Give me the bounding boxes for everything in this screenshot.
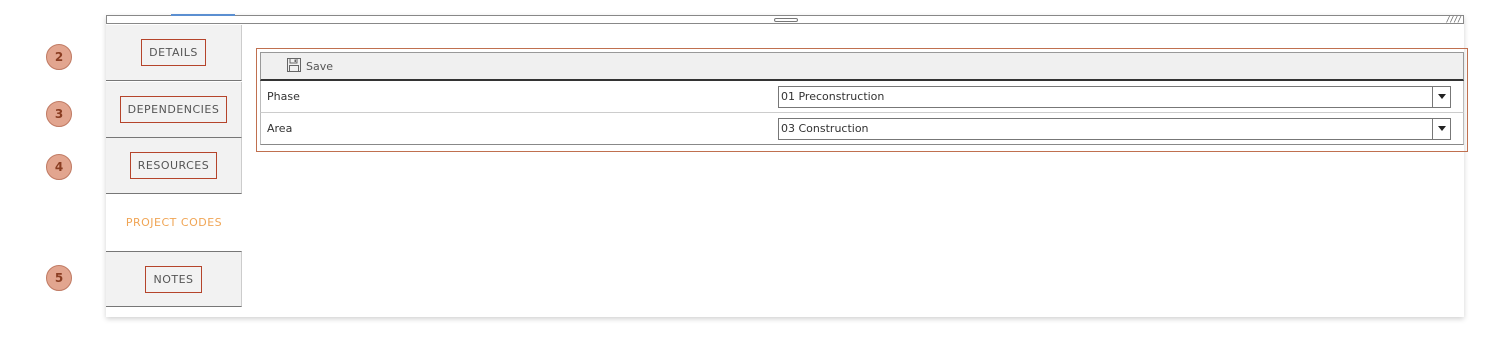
save-button[interactable]: Save [287, 57, 333, 76]
callout-3: 3 [46, 101, 72, 127]
chevron-down-icon[interactable] [1432, 118, 1450, 139]
tab-resources[interactable]: RESOURCES [106, 138, 242, 194]
tab-details[interactable]: DETAILS [106, 25, 242, 81]
area-label: Area [267, 122, 293, 135]
resize-grip-icon[interactable]: //// [1446, 15, 1462, 24]
area-value: 03 Construction [781, 122, 869, 135]
table-row: Phase 01 Preconstruction [260, 81, 1464, 113]
table-row: Area 03 Construction [260, 113, 1464, 145]
save-button-label: Save [306, 59, 334, 73]
tab-project-codes-label: PROJECT CODES [125, 215, 223, 229]
phase-value: 01 Preconstruction [781, 90, 885, 103]
tab-notes[interactable]: NOTES [106, 251, 242, 307]
phase-label: Phase [267, 90, 300, 103]
panel-top-bar: //// [106, 14, 1464, 24]
drag-handle[interactable] [774, 18, 798, 22]
tab-dependencies[interactable]: DEPENDENCIES [106, 82, 242, 138]
dialog-panel: //// DETAILS DEPENDENCIES RESOURCES PROJ… [106, 14, 1468, 317]
tab-notes-label: NOTES [145, 265, 202, 293]
callout-2: 2 [46, 44, 72, 70]
project-codes-grid: Save Phase 01 Preconstruction Area 03 Co… [256, 48, 1468, 152]
tab-details-label: DETAILS [141, 39, 206, 66]
tab-resources-label: RESOURCES [129, 152, 218, 179]
tab-dependencies-label: DEPENDENCIES [119, 96, 228, 123]
grid-toolbar: Save [260, 52, 1464, 81]
floppy-disk-icon [287, 57, 301, 76]
area-select[interactable]: 03 Construction [778, 117, 1451, 140]
tab-project-codes[interactable]: PROJECT CODES [106, 194, 242, 250]
callout-4: 4 [46, 154, 72, 180]
phase-select[interactable]: 01 Preconstruction [778, 85, 1451, 108]
chevron-down-icon[interactable] [1432, 86, 1450, 107]
top-bar-accent [171, 14, 235, 16]
callout-5: 5 [46, 265, 72, 291]
